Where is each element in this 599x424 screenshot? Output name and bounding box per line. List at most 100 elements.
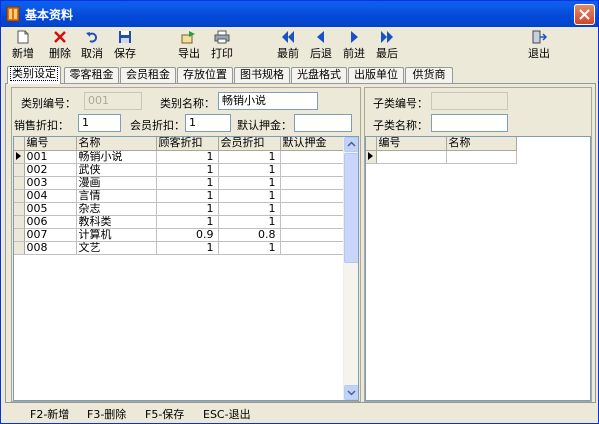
cell-default-deposit[interactable] <box>280 241 345 255</box>
table-row[interactable]: 003 漫画 1 1 <box>14 176 345 190</box>
tab-publisher[interactable]: 出版单位 <box>348 67 404 83</box>
cell-code[interactable]: 002 <box>24 163 77 177</box>
cell-member-discount[interactable]: 1 <box>218 150 281 164</box>
cell-member-discount[interactable]: 1 <box>218 163 281 177</box>
tab-category[interactable]: 类别设定 <box>7 66 61 84</box>
category-grid-scrollbar[interactable] <box>343 137 358 400</box>
cell-member-discount[interactable]: 1 <box>218 176 281 190</box>
sub-code-label: 子类编号： <box>373 97 428 110</box>
last-button[interactable]: 最后 <box>371 30 403 62</box>
col-header-customer-discount[interactable]: 顾客折扣 <box>156 137 219 151</box>
tab-supplier[interactable]: 供货商 <box>405 67 453 83</box>
delete-label: 删除 <box>49 47 71 60</box>
table-row[interactable]: 005 杂志 1 1 <box>14 202 345 216</box>
cell-name[interactable]: 武侠 <box>76 163 157 177</box>
new-button[interactable]: 新增 <box>7 30 39 62</box>
cell-customer-discount[interactable]: 1 <box>156 215 219 229</box>
cell-name[interactable]: 畅销小说 <box>76 150 157 164</box>
scroll-down-button[interactable] <box>344 385 358 400</box>
table-row[interactable]: 008 文艺 1 1 <box>14 241 345 255</box>
cell-code[interactable]: 004 <box>24 189 77 203</box>
cell-default-deposit[interactable] <box>280 163 345 177</box>
sub-name-field[interactable] <box>431 114 508 132</box>
cell-member-discount[interactable]: 1 <box>218 241 281 255</box>
cancel-button[interactable]: 取消 <box>76 30 108 62</box>
row-indicator <box>14 228 25 242</box>
col-header-default-deposit[interactable]: 默认押金 <box>280 137 345 151</box>
cell-default-deposit[interactable] <box>280 150 345 164</box>
exit-button[interactable]: 退出 <box>523 30 555 62</box>
export-button[interactable]: 导出 <box>173 30 205 62</box>
row-indicator <box>14 189 25 203</box>
cell-code[interactable]: 008 <box>24 241 77 255</box>
cell-customer-discount[interactable]: 1 <box>156 163 219 177</box>
cell-default-deposit[interactable] <box>280 215 345 229</box>
table-row[interactable]: 001 畅销小说 1 1 <box>14 150 345 164</box>
cell-customer-discount[interactable]: 0.9 <box>156 228 219 242</box>
cell-code[interactable]: 007 <box>24 228 77 242</box>
cell-name[interactable]: 计算机 <box>76 228 157 242</box>
category-name-field[interactable]: 畅销小说 <box>218 92 318 110</box>
table-row[interactable]: 002 武侠 1 1 <box>14 163 345 177</box>
cell-sub-name[interactable] <box>446 150 517 164</box>
close-icon <box>579 9 590 20</box>
cell-code[interactable]: 005 <box>24 202 77 216</box>
col-header-code[interactable]: 编号 <box>24 137 77 151</box>
cell-member-discount[interactable]: 1 <box>218 215 281 229</box>
tab-member-rent[interactable]: 会员租金 <box>120 67 176 83</box>
close-button[interactable] <box>574 4 595 25</box>
scroll-thumb[interactable] <box>344 153 358 263</box>
tab-disc-format[interactable]: 光盘格式 <box>291 67 347 83</box>
table-row[interactable]: 007 计算机 0.9 0.8 <box>14 228 345 242</box>
cell-default-deposit[interactable] <box>280 176 345 190</box>
category-code-field[interactable]: 001 <box>84 92 142 110</box>
col-header-member-discount[interactable]: 会员折扣 <box>218 137 281 151</box>
category-code-label: 类别编号： <box>21 97 76 110</box>
tab-storage[interactable]: 存放位置 <box>177 67 233 83</box>
scroll-up-button[interactable] <box>344 137 358 152</box>
cell-default-deposit[interactable] <box>280 189 345 203</box>
table-row[interactable] <box>366 150 517 164</box>
cell-default-deposit[interactable] <box>280 202 345 216</box>
printer-icon <box>214 30 230 44</box>
cell-default-deposit[interactable] <box>280 228 345 242</box>
col-header-name[interactable]: 名称 <box>76 137 157 151</box>
member-discount-field[interactable]: 1 <box>185 114 231 132</box>
print-button[interactable]: 打印 <box>206 30 238 62</box>
next-button[interactable]: 前进 <box>338 30 370 62</box>
cell-customer-discount[interactable]: 1 <box>156 189 219 203</box>
col-header-sub-code[interactable]: 编号 <box>376 137 447 151</box>
cell-name[interactable]: 漫画 <box>76 176 157 190</box>
tab-book-spec[interactable]: 图书规格 <box>234 67 290 83</box>
cancel-label: 取消 <box>81 47 103 60</box>
default-deposit-field[interactable] <box>294 114 352 132</box>
prev-button[interactable]: 后退 <box>305 30 337 62</box>
sub-code-field[interactable] <box>431 92 508 110</box>
cell-code[interactable]: 001 <box>24 150 77 164</box>
tab-retail-rent[interactable]: 零客租金 <box>64 67 119 83</box>
cell-customer-discount[interactable]: 1 <box>156 241 219 255</box>
cell-customer-discount[interactable]: 1 <box>156 202 219 216</box>
tab-panel: 类别编号： 001 类别名称： 畅销小说 销售折扣： 1 会员折扣： 1 默认押… <box>5 83 596 403</box>
cell-member-discount[interactable]: 0.8 <box>218 228 281 242</box>
delete-button[interactable]: 删除 <box>44 30 76 62</box>
cell-member-discount[interactable]: 1 <box>218 202 281 216</box>
cell-name[interactable]: 言情 <box>76 189 157 203</box>
cell-code[interactable]: 003 <box>24 176 77 190</box>
cell-member-discount[interactable]: 1 <box>218 189 281 203</box>
subcategory-panel: 子类编号： 子类名称： 编号 名称 <box>364 87 592 402</box>
save-button[interactable]: 保存 <box>109 30 141 62</box>
table-row[interactable]: 006 教科类 1 1 <box>14 215 345 229</box>
first-button[interactable]: 最前 <box>272 30 304 62</box>
col-header-sub-name[interactable]: 名称 <box>446 137 517 151</box>
cell-name[interactable]: 教科类 <box>76 215 157 229</box>
cell-sub-code[interactable] <box>376 150 447 164</box>
cell-customer-discount[interactable]: 1 <box>156 150 219 164</box>
table-row[interactable]: 004 言情 1 1 <box>14 189 345 203</box>
sale-discount-field[interactable]: 1 <box>78 114 121 132</box>
cell-name[interactable]: 杂志 <box>76 202 157 216</box>
cell-code[interactable]: 006 <box>24 215 77 229</box>
exit-door-icon <box>532 30 547 44</box>
cell-customer-discount[interactable]: 1 <box>156 176 219 190</box>
cell-name[interactable]: 文艺 <box>76 241 157 255</box>
